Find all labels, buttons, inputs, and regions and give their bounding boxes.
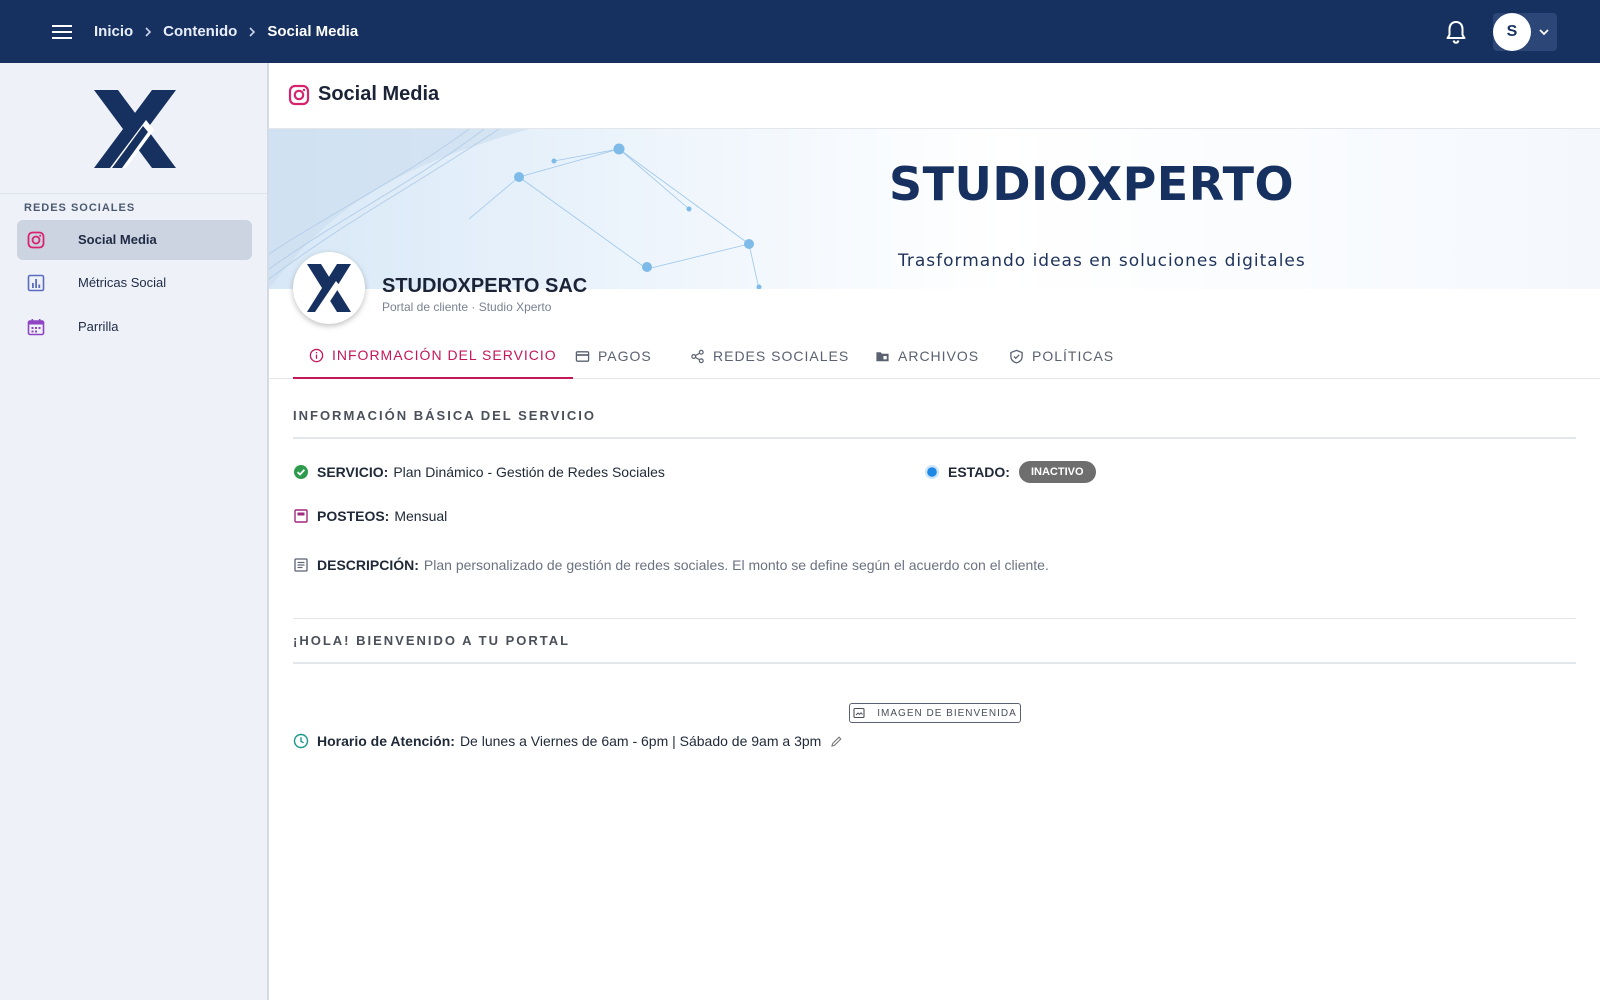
top-app-bar: Inicio Contenido Social Media S (0, 0, 1600, 63)
status-badge: INACTIVO (1018, 461, 1096, 483)
chevron-down-icon (1537, 25, 1551, 39)
field-estado: ESTADO: INACTIVO (924, 461, 1096, 483)
section-title-service-info: INFORMACIÓN BÁSICA DEL SERVICIO (293, 408, 597, 423)
banner-logo-text: STUDIOXPERTO (889, 157, 1295, 211)
section-title-welcome: ¡HOLA! BIENVENIDO A TU PORTAL (293, 633, 571, 648)
tab-archivos[interactable]: ARCHIVOS (875, 333, 979, 379)
description-icon (294, 558, 308, 572)
field-posteos: POSTEOS: Mensual (293, 508, 447, 524)
share-icon (691, 349, 704, 363)
welcome-image-button[interactable]: IMAGEN DE BIENVENIDA (849, 703, 1021, 723)
tab-bar: INFORMACIÓN DEL SERVICIO PAGOS REDES SOC… (269, 333, 1600, 379)
field-descripcion: DESCRIPCIÓN: Plan personalizado de gesti… (293, 557, 1049, 573)
info-icon (309, 348, 324, 362)
page-title: Social Media (318, 83, 440, 105)
calendar-icon (27, 318, 45, 336)
instagram-icon (288, 84, 310, 106)
tab-label: POLÍTICAS (1032, 348, 1115, 364)
field-servicio: SERVICIO: Plan Dinámico - Gestión de Red… (293, 464, 665, 480)
descripcion-label: DESCRIPCIÓN: (317, 557, 419, 573)
avatar: S (1493, 13, 1531, 51)
instagram-icon (27, 231, 45, 249)
posteos-value: Mensual (394, 508, 448, 524)
shield-check-icon (1010, 349, 1023, 364)
studioxperto-logo (92, 88, 178, 170)
breadcrumb-current: Social Media (267, 23, 359, 40)
sidebar-item-social-media[interactable]: Social Media (17, 220, 252, 260)
field-horario: Horario de Atención: De lunes a Viernes … (293, 733, 843, 749)
sidebar-item-parrilla[interactable]: Parrilla (17, 307, 252, 347)
welcome-image-button-label: IMAGEN DE BIENVENIDA (877, 707, 1017, 719)
tab-label: PAGOS (598, 348, 652, 364)
sidebar-item-metricas-social[interactable]: Métricas Social (17, 263, 252, 303)
chevron-right-icon (143, 26, 153, 38)
servicio-value: Plan Dinámico - Gestión de Redes Sociale… (393, 464, 665, 480)
section-divider (293, 618, 1576, 619)
post-icon (294, 509, 308, 523)
sidebar: REDES SOCIALES Social Media Métricas Soc… (0, 63, 269, 1000)
tab-label: ARCHIVOS (898, 348, 980, 364)
tab-informacion-servicio[interactable]: INFORMACIÓN DEL SERVICIO (293, 333, 573, 379)
company-name: STUDIOXPERTO SAC (382, 275, 588, 297)
tab-label: INFORMACIÓN DEL SERVICIO (332, 347, 557, 363)
edit-pencil-icon[interactable] (830, 735, 843, 748)
page-header: Social Media (269, 63, 1600, 129)
breadcrumb-inicio[interactable]: Inicio (94, 23, 133, 40)
check-circle-icon (294, 465, 308, 479)
sidebar-item-label: Parrilla (78, 319, 119, 334)
status-dot-icon (925, 465, 939, 479)
breadcrumb-contenido[interactable]: Contenido (163, 23, 237, 40)
company-subtitle: Portal de cliente · Studio Xperto (382, 300, 552, 314)
servicio-label: SERVICIO: (317, 464, 389, 480)
folder-icon (876, 351, 889, 361)
estado-label: ESTADO: (948, 464, 1010, 480)
posteos-label: POSTEOS: (317, 508, 390, 524)
sidebar-item-label: Social Media (78, 232, 157, 247)
notifications-bell-icon[interactable] (1443, 18, 1469, 46)
sidebar-section-label: REDES SOCIALES (24, 202, 136, 214)
breadcrumb: Inicio Contenido Social Media (94, 0, 358, 63)
section-divider (293, 662, 1576, 664)
descripcion-value: Plan personalizado de gestión de redes s… (423, 557, 1049, 573)
credit-card-icon (575, 350, 590, 362)
clock-icon (293, 733, 309, 749)
horario-label: Horario de Atención: (317, 733, 455, 749)
company-avatar (293, 252, 365, 324)
chevron-right-icon (247, 26, 257, 38)
main-content: Social Media STUDIOXPERTO Trasformando i… (269, 63, 1600, 1000)
sidebar-divider (0, 193, 267, 194)
sidebar-item-label: Métricas Social (78, 275, 167, 290)
horario-value: De lunes a Viernes de 6am - 6pm | Sábado… (459, 733, 822, 749)
menu-icon[interactable] (48, 20, 76, 44)
tab-redes-sociales[interactable]: REDES SOCIALES (690, 333, 849, 379)
bar-chart-icon (27, 274, 45, 292)
tab-pagos[interactable]: PAGOS (575, 333, 652, 379)
image-icon (853, 707, 865, 719)
banner-tagline: Trasformando ideas en soluciones digital… (898, 251, 1306, 271)
tab-label: REDES SOCIALES (713, 348, 850, 364)
tab-politicas[interactable]: POLÍTICAS (1009, 333, 1114, 379)
user-menu-button[interactable]: S (1493, 13, 1557, 51)
section-divider (293, 437, 1576, 439)
cover-banner: STUDIOXPERTO Trasformando ideas en soluc… (269, 129, 1600, 289)
